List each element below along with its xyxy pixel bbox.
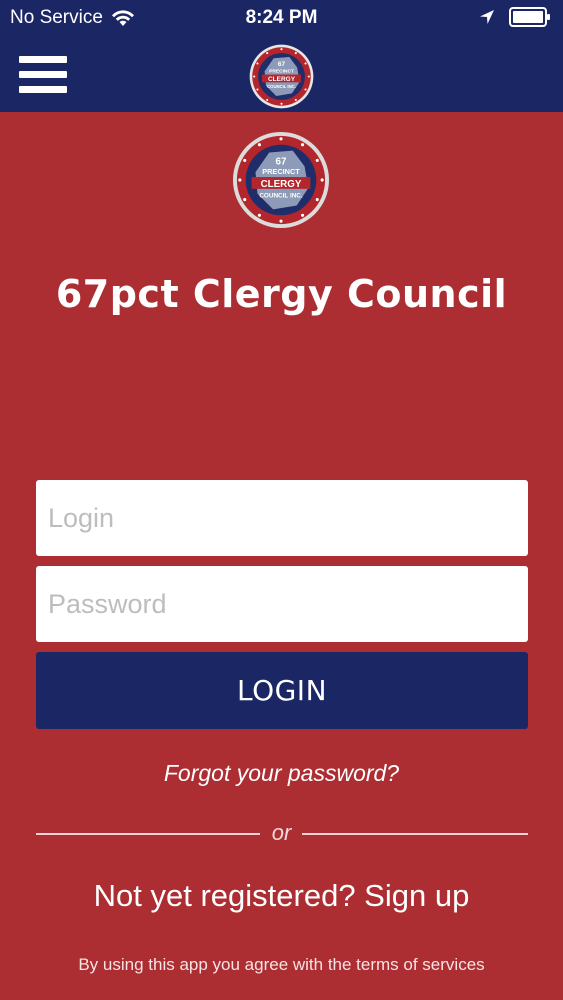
status-right — [479, 7, 551, 27]
seal-line2: CLERGY — [268, 76, 296, 83]
seal-line3: COUNCIL INC. — [259, 193, 303, 200]
seal-number: 67 — [278, 61, 286, 68]
divider-line-right — [302, 833, 528, 835]
status-bar: No Service 8:24 PM — [0, 0, 563, 38]
app-title: 67pct Clergy Council — [55, 272, 508, 316]
seal-line1: PRECINCT — [262, 167, 300, 176]
menu-bar-top — [19, 56, 67, 63]
hamburger-menu-icon[interactable] — [19, 56, 67, 93]
app-logo-seal: 67 PRECINCT CLERGY COUNCIL INC. — [232, 131, 330, 229]
menu-bar-middle — [19, 71, 67, 78]
forgot-password-link[interactable]: Forgot your password? — [0, 760, 563, 787]
seal-number: 67 — [276, 156, 287, 167]
battery-icon — [509, 7, 551, 27]
header-logo-seal: 67 PRECINCT CLERGY COUNCIL INC. — [249, 44, 314, 109]
seal-line3: COUNCIL INC. — [267, 84, 296, 89]
signup-link[interactable]: Not yet registered? Sign up — [0, 878, 563, 914]
seal-line1: PRECINCT — [269, 69, 294, 75]
login-button[interactable]: LOGIN — [36, 652, 528, 729]
seal-line2: CLERGY — [261, 179, 302, 190]
menu-bar-bottom — [19, 86, 67, 93]
password-input[interactable] — [36, 566, 528, 642]
location-icon — [479, 9, 495, 25]
terms-of-service-text: By using this app you agree with the ter… — [78, 955, 485, 974]
login-input[interactable] — [36, 480, 528, 556]
